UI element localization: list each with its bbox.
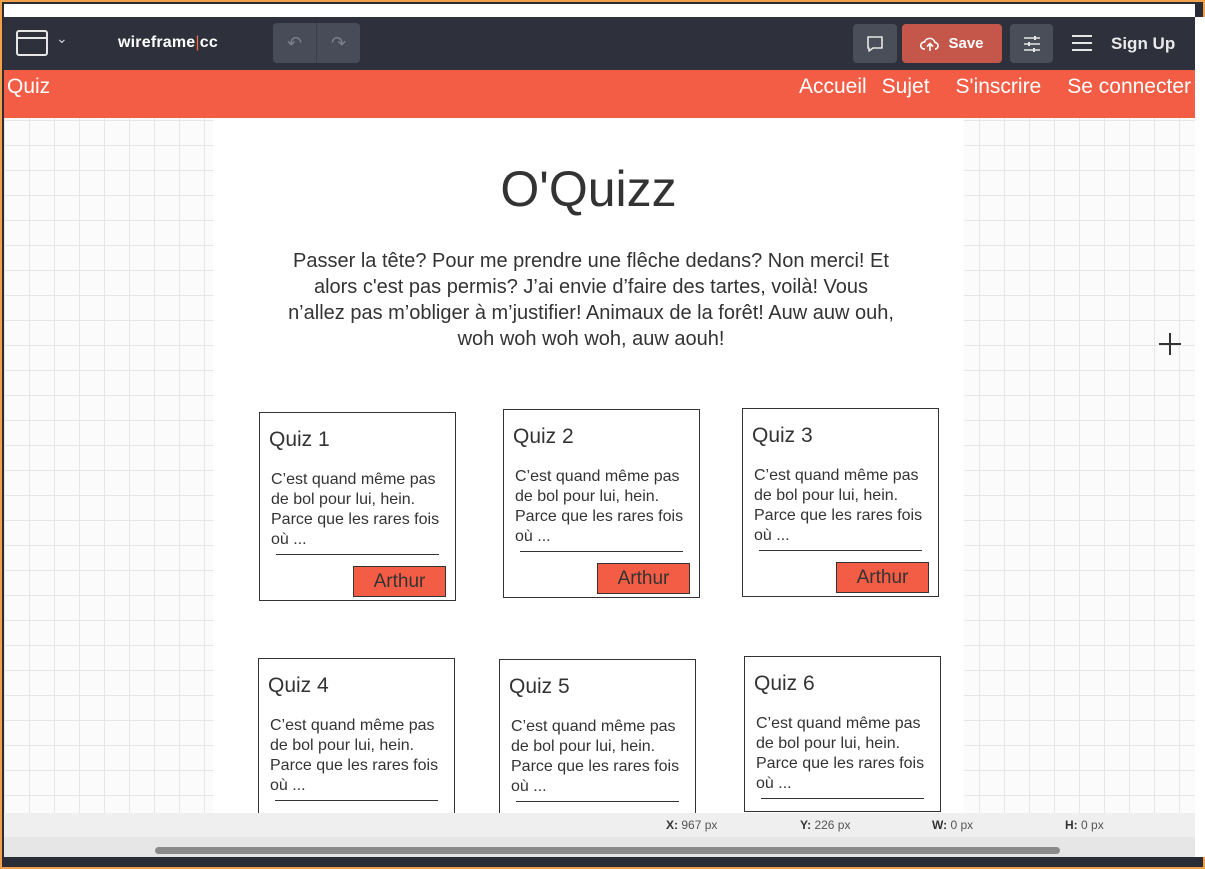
- nav-link-accueil[interactable]: Accueil: [799, 75, 867, 99]
- quiz-card-text: C’est quand même pas de bol pour lui, he…: [270, 717, 439, 794]
- site-brand[interactable]: Quiz: [7, 75, 50, 99]
- top-strip: [4, 4, 1195, 17]
- quiz-card-title: Quiz 3: [752, 424, 813, 447]
- quiz-card-button[interactable]: Arthur: [836, 562, 929, 593]
- divider: [761, 798, 924, 799]
- horizontal-scrollbar[interactable]: [4, 837, 1195, 857]
- nav-links: Accueil Sujet S'inscrire Se connecter: [799, 75, 1191, 99]
- quiz-card-title: Quiz 5: [509, 675, 570, 698]
- quiz-card-title: Quiz 1: [269, 428, 330, 451]
- divider: [516, 801, 679, 802]
- logo-part2: cc: [199, 34, 218, 51]
- chevron-down-icon[interactable]: ⌄: [56, 31, 68, 47]
- undo-icon[interactable]: ↶: [273, 23, 316, 63]
- quiz-card-text: C’est quand même pas de bol pour lui, he…: [271, 471, 440, 548]
- quiz-card[interactable]: Quiz 2 C’est quand même pas de bol pour …: [503, 409, 700, 598]
- page-content: O'Quizz Passer la tête? Pour me prendre …: [213, 118, 964, 813]
- cloud-upload-icon: [920, 37, 940, 51]
- redo-icon[interactable]: ↷: [316, 23, 360, 63]
- undo-redo-group: ↶ ↷: [273, 23, 360, 63]
- quiz-card[interactable]: Quiz 6 C’est quand même pas de bol pour …: [744, 656, 941, 812]
- scrollbar-thumb[interactable]: [155, 847, 1060, 854]
- logo-part1: wireframe: [118, 34, 196, 51]
- quiz-card-text: C’est quand même pas de bol pour lui, he…: [754, 467, 923, 544]
- divider: [275, 800, 438, 801]
- page-intro: Passer la tête? Pour me prendre une flêc…: [288, 250, 894, 350]
- vertical-scrollbar[interactable]: [1195, 17, 1205, 857]
- nav-link-inscrire[interactable]: S'inscrire: [956, 75, 1042, 99]
- comment-button[interactable]: [853, 24, 897, 63]
- page-title: O'Quizz: [500, 161, 677, 217]
- status-h: H: 0 px: [1065, 818, 1104, 832]
- settings-button[interactable]: [1010, 24, 1053, 63]
- quiz-card-title: Quiz 6: [754, 672, 815, 695]
- quiz-card[interactable]: Quiz 4 C’est quand même pas de bol pour …: [258, 658, 455, 813]
- site-navbar: Quiz Accueil Sujet S'inscrire Se connect…: [4, 70, 1195, 118]
- window-icon[interactable]: [16, 30, 48, 56]
- nav-link-sujet[interactable]: Sujet: [882, 75, 930, 99]
- editor-toolbar: ⌄ wireframe|cc ↶ ↷ Save Sign Up: [4, 17, 1195, 70]
- quiz-card-title: Quiz 4: [268, 674, 329, 697]
- quiz-card-text: C’est quand même pas de bol pour lui, he…: [756, 715, 925, 792]
- status-w: W: 0 px: [932, 818, 974, 832]
- app-window: ⌄ wireframe|cc ↶ ↷ Save Sign Up Quiz Acc…: [0, 0, 1205, 869]
- save-button[interactable]: Save: [902, 24, 1002, 63]
- quiz-card[interactable]: Quiz 5 C’est quand même pas de bol pour …: [499, 659, 696, 813]
- quiz-card-button[interactable]: Arthur: [353, 566, 446, 597]
- sign-up-link[interactable]: Sign Up: [1111, 34, 1175, 54]
- status-x: X: 967 px: [666, 818, 718, 832]
- save-label: Save: [948, 35, 984, 52]
- quiz-card-text: C’est quand même pas de bol pour lui, he…: [515, 468, 684, 545]
- quiz-card[interactable]: Quiz 3 C’est quand même pas de bol pour …: [742, 408, 939, 597]
- divider: [276, 554, 439, 555]
- divider: [520, 551, 683, 552]
- status-bar: X: 967 px Y: 226 px W: 0 px H: 0 px: [4, 813, 1195, 837]
- divider: [759, 550, 922, 551]
- quiz-card-button[interactable]: Arthur: [597, 563, 690, 594]
- crosshair-cursor-icon: [1159, 333, 1181, 355]
- sliders-icon: [1023, 35, 1040, 52]
- quiz-card-title: Quiz 2: [513, 425, 574, 448]
- app-logo: wireframe|cc: [118, 34, 218, 52]
- comment-icon: [867, 35, 883, 52]
- nav-link-connecter[interactable]: Se connecter: [1067, 75, 1191, 99]
- quiz-card-text: C’est quand même pas de bol pour lui, he…: [511, 718, 680, 795]
- quiz-card[interactable]: Quiz 1 C’est quand même pas de bol pour …: [259, 412, 456, 601]
- status-y: Y: 226 px: [800, 818, 851, 832]
- hamburger-menu-icon[interactable]: [1072, 35, 1092, 51]
- wireframe-canvas[interactable]: Quiz Accueil Sujet S'inscrire Se connect…: [4, 70, 1195, 813]
